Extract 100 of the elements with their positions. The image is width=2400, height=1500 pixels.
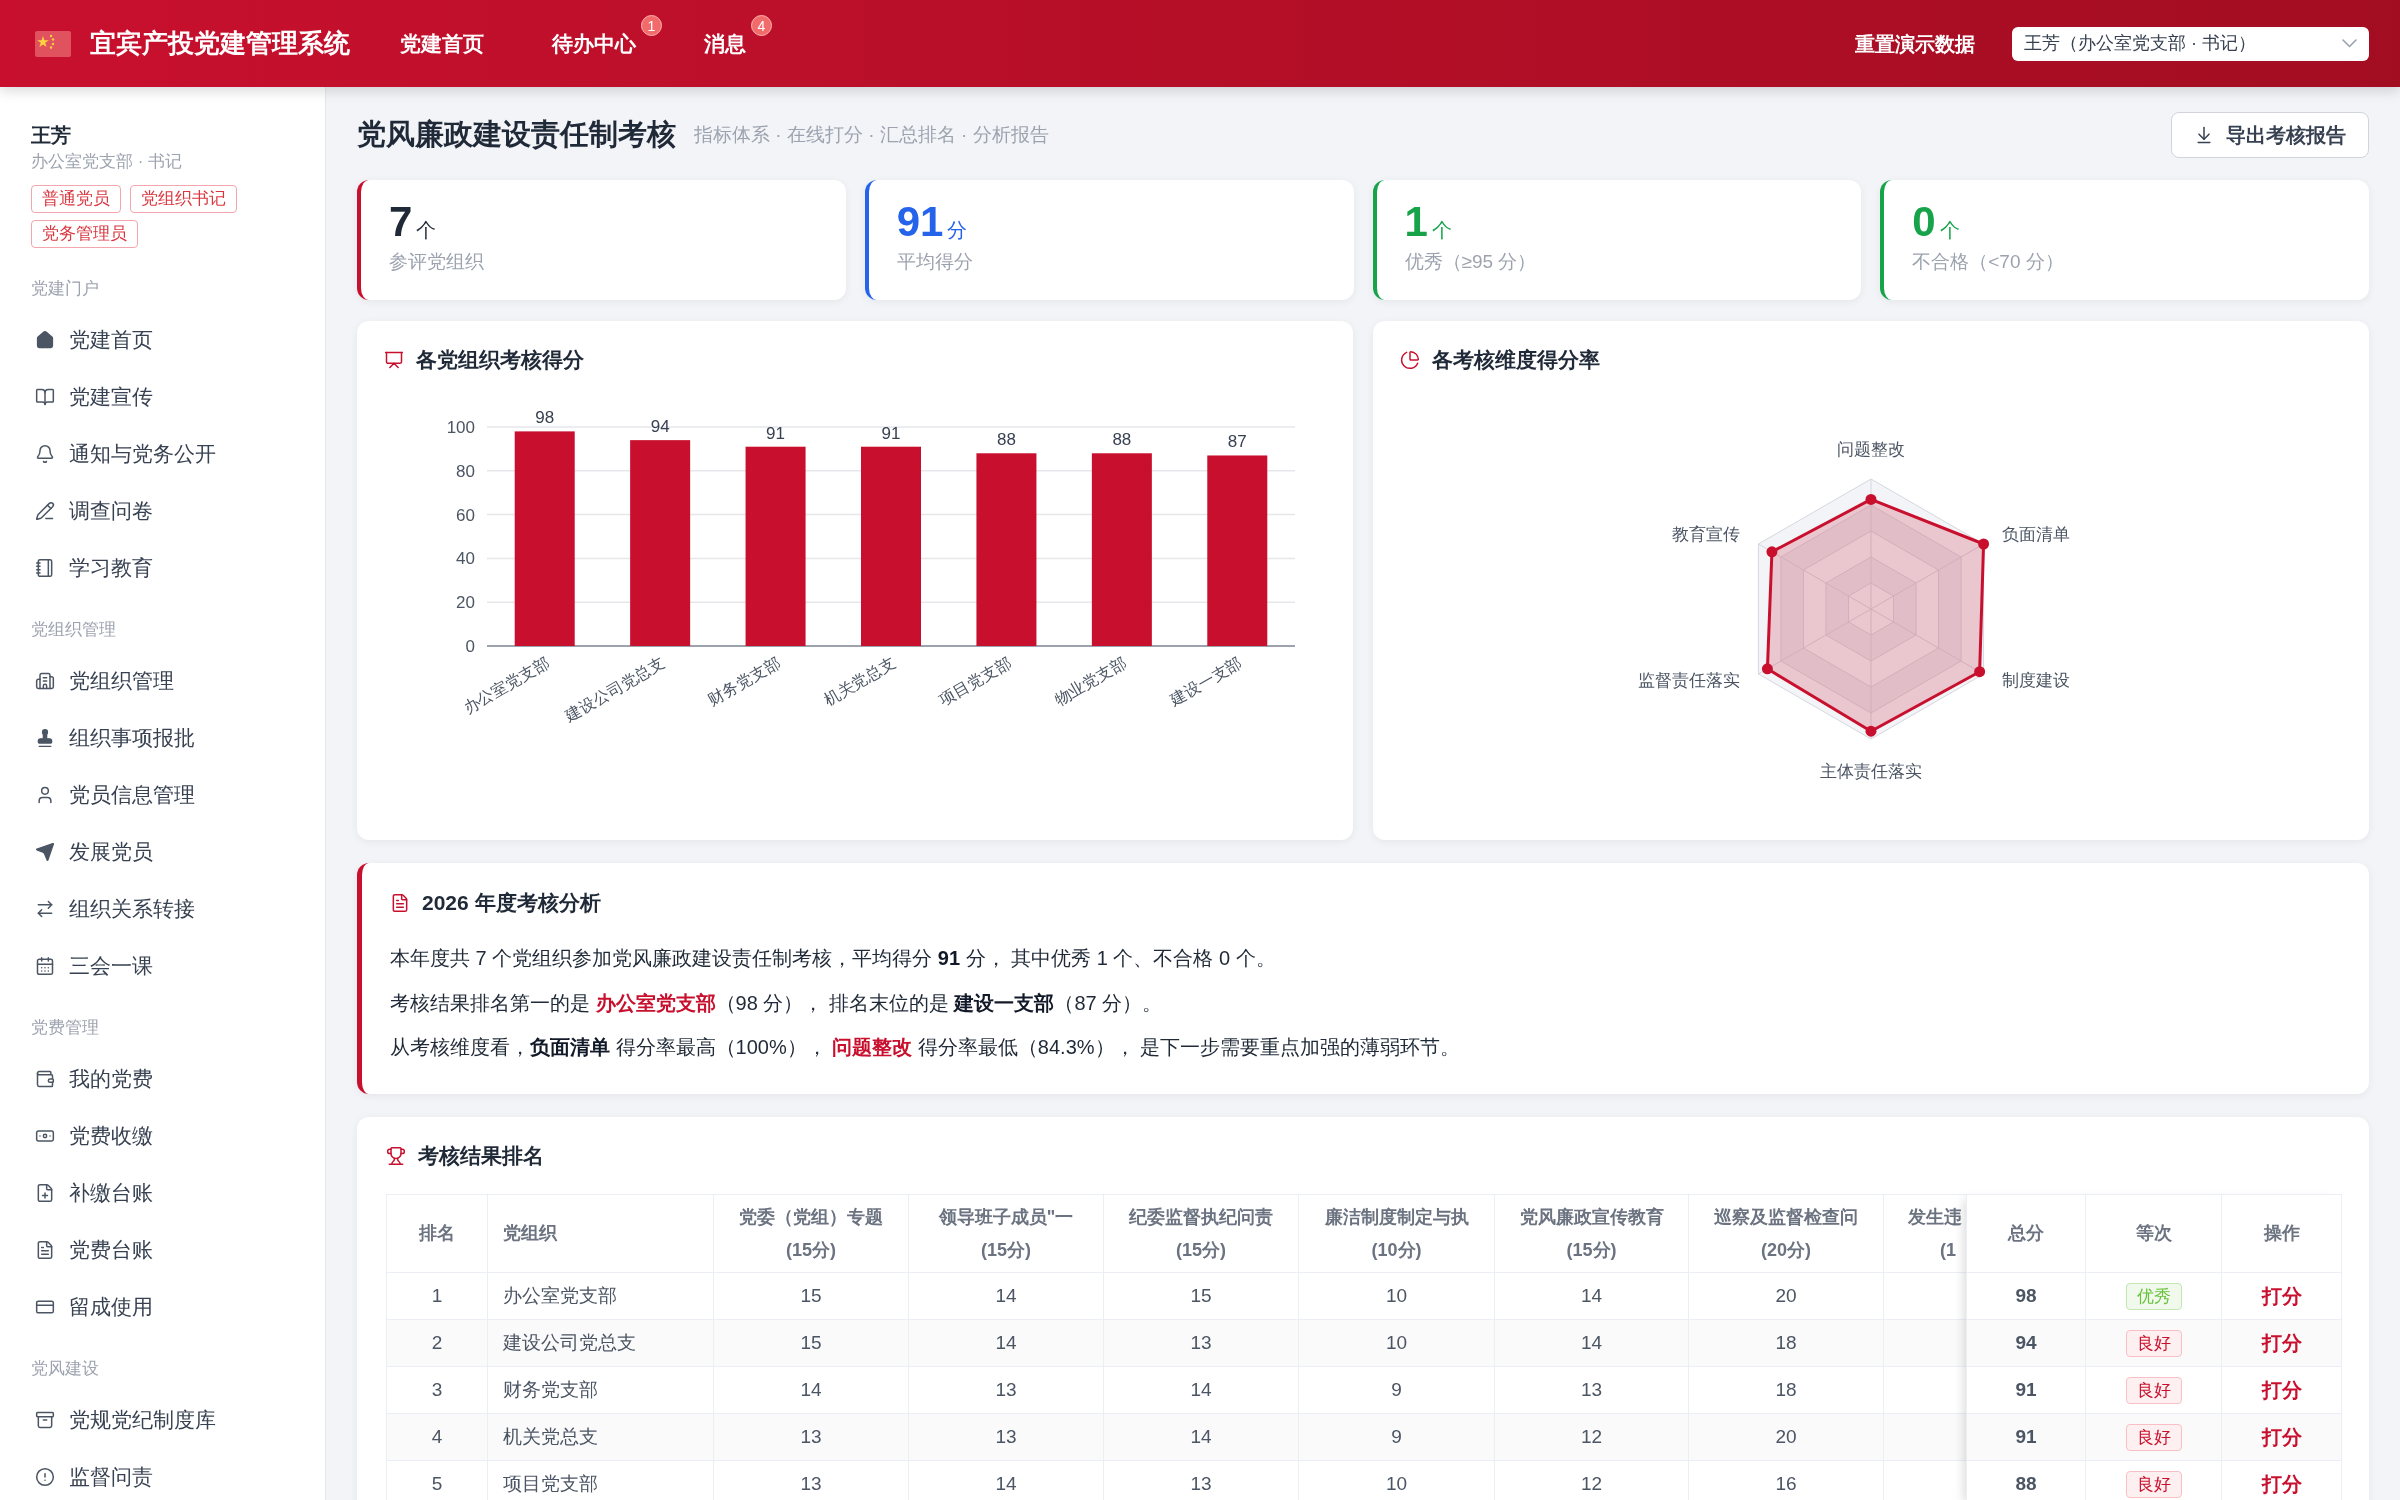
card-title: 2026 年度考核分析 (422, 890, 601, 917)
table-cell: 9 (1298, 1413, 1495, 1461)
column-header: 等次 (2085, 1194, 2222, 1273)
stat-label: 参评党组织 (389, 250, 484, 274)
sidebar-item[interactable]: 党费台账 (31, 1221, 309, 1278)
pencil-icon (35, 500, 55, 521)
sidebar-section-title: 党组织管理 (31, 619, 116, 641)
table-cell: 12 (1494, 1460, 1689, 1500)
analysis-sentence: 考核结果排名第一的是 办公室党支部（98 分）， 排名末位的是 建设一支部（87 分）。 (390, 990, 1163, 1016)
sidebar-item[interactable]: 党建首页 (31, 311, 309, 368)
stat-value: 7 (389, 200, 413, 244)
grade-badge: 良好 (2125, 1376, 2182, 1404)
nav-link[interactable]: 消息 4 (670, 0, 780, 87)
card-title: 考核结果排名 (418, 1143, 544, 1170)
table-cell: 13 (713, 1460, 909, 1500)
role-tag: 党务管理员 (31, 220, 138, 248)
table-cell: 9 (1298, 1366, 1495, 1414)
radar-point (1766, 546, 1778, 558)
file-plus-icon (35, 1182, 55, 1203)
open-book-icon (35, 386, 55, 407)
column-header: 党风廉政宣传教育 (15分) (1494, 1194, 1689, 1273)
nav-link[interactable]: 党建首页 (366, 0, 518, 87)
table-cell: 13 (1103, 1319, 1299, 1367)
bar-value-label: 87 (1227, 432, 1247, 452)
sidebar-item[interactable]: 党组织管理 (31, 652, 309, 709)
card-title: 各考核维度得分率 (1432, 347, 1600, 374)
table-cell: 13 (713, 1413, 909, 1461)
table-cell: 2 (386, 1319, 488, 1367)
reset-data-button[interactable]: 重置演示数据 (1855, 28, 1975, 59)
table-cell: 建设公司党总支 (487, 1319, 714, 1367)
sidebar-item[interactable]: 通知与党务公开 (31, 425, 309, 482)
table-cell: 14 (1494, 1272, 1689, 1320)
x-axis-label: 建设公司党总支 (562, 653, 668, 725)
sidebar-item[interactable]: 留成使用 (31, 1278, 309, 1335)
flag-icon (35, 30, 71, 57)
table-cell: 14 (908, 1272, 1104, 1320)
stat-unit: 个 (416, 218, 437, 242)
nav-link[interactable]: 待办中心 1 (518, 0, 670, 87)
sidebar-item[interactable]: 党员信息管理 (31, 766, 309, 823)
user-select[interactable]: 王芳（办公室党支部 · 书记） (2012, 26, 2369, 61)
sidebar-item[interactable]: 组织关系转接 (31, 880, 309, 937)
column-header: 总分 (1966, 1194, 2086, 1273)
grade-badge: 良好 (2125, 1470, 2182, 1498)
score-link[interactable]: 打分 (2261, 1379, 2302, 1401)
sidebar-item[interactable]: 补缴台账 (31, 1164, 309, 1221)
table-cell: 13 (908, 1413, 1104, 1461)
download-icon (2194, 125, 2214, 145)
x-axis-label: 财务党支部 (705, 653, 784, 709)
swap-arrows-icon (35, 898, 55, 919)
table-cell: 办公室党支部 (487, 1272, 714, 1320)
radar-axis-label: 问题整改 (1837, 440, 1905, 459)
export-report-button[interactable]: 导出考核报告 (2171, 112, 2369, 158)
sidebar-item[interactable]: 调查问卷 (31, 482, 309, 539)
column-header: 操作 (2221, 1194, 2342, 1273)
count-badge: 1 (641, 15, 662, 36)
table-cell: 98 (1966, 1272, 2086, 1320)
user-icon (35, 784, 55, 805)
stat-label: 优秀（≥95 分） (1404, 250, 1537, 274)
y-tick-label: 40 (456, 549, 475, 569)
sidebar-item[interactable]: 监督问责 (31, 1448, 309, 1500)
table-cell: 10 (1298, 1272, 1495, 1320)
x-axis-label: 建设一支部 (1167, 653, 1245, 709)
score-link[interactable]: 打分 (2261, 1426, 2302, 1448)
score-link[interactable]: 打分 (2261, 1473, 2302, 1495)
bar-value-label: 98 (535, 408, 555, 428)
radar-point (1865, 725, 1877, 737)
table-cell: 94 (1966, 1319, 2086, 1367)
score-link[interactable]: 打分 (2261, 1285, 2302, 1307)
bar-value-label: 88 (1112, 430, 1132, 450)
table-cell: 15 (713, 1319, 909, 1367)
sidebar-item[interactable]: 发展党员 (31, 823, 309, 880)
x-axis-label: 办公室党支部 (460, 653, 553, 717)
count-badge: 4 (751, 15, 772, 36)
table-cell: 10 (1298, 1460, 1495, 1500)
user-role-text: 办公室党支部 · 书记 (31, 151, 183, 173)
bar-value-label: 94 (650, 417, 670, 437)
grade-badge: 良好 (2125, 1423, 2182, 1451)
table-cell: 18 (1688, 1319, 1884, 1367)
y-tick-label: 20 (456, 593, 475, 613)
column-header: 廉洁制度制定与执 (10分) (1298, 1194, 1495, 1273)
sidebar-section-title: 党建门户 (31, 278, 99, 300)
table-cell: 20 (1688, 1413, 1884, 1461)
score-link[interactable]: 打分 (2261, 1332, 2302, 1354)
sidebar-item[interactable]: 三会一课 (31, 937, 309, 994)
x-axis-label: 机关党总支 (820, 653, 899, 709)
sidebar-item[interactable]: 组织事项报批 (31, 709, 309, 766)
table-cell: 18 (1688, 1366, 1884, 1414)
sidebar-section-title: 党风建设 (31, 1358, 99, 1380)
table-cell: 14 (1103, 1366, 1299, 1414)
table-cell: 15 (1103, 1272, 1299, 1320)
role-tag: 党组织书记 (130, 185, 237, 213)
sidebar-item[interactable]: 党费收缴 (31, 1107, 309, 1164)
radar-axis-label: 主体责任落实 (1820, 762, 1922, 781)
card-title: 各党组织考核得分 (416, 347, 584, 374)
sidebar-item[interactable]: 学习教育 (31, 539, 309, 596)
sidebar-item[interactable]: 党建宣传 (31, 368, 309, 425)
stat-label: 平均得分 (896, 250, 973, 274)
sidebar-item[interactable]: 党规党纪制度库 (31, 1391, 309, 1448)
x-axis-label: 物业党支部 (1051, 653, 1130, 709)
sidebar-item[interactable]: 我的党费 (31, 1050, 309, 1107)
